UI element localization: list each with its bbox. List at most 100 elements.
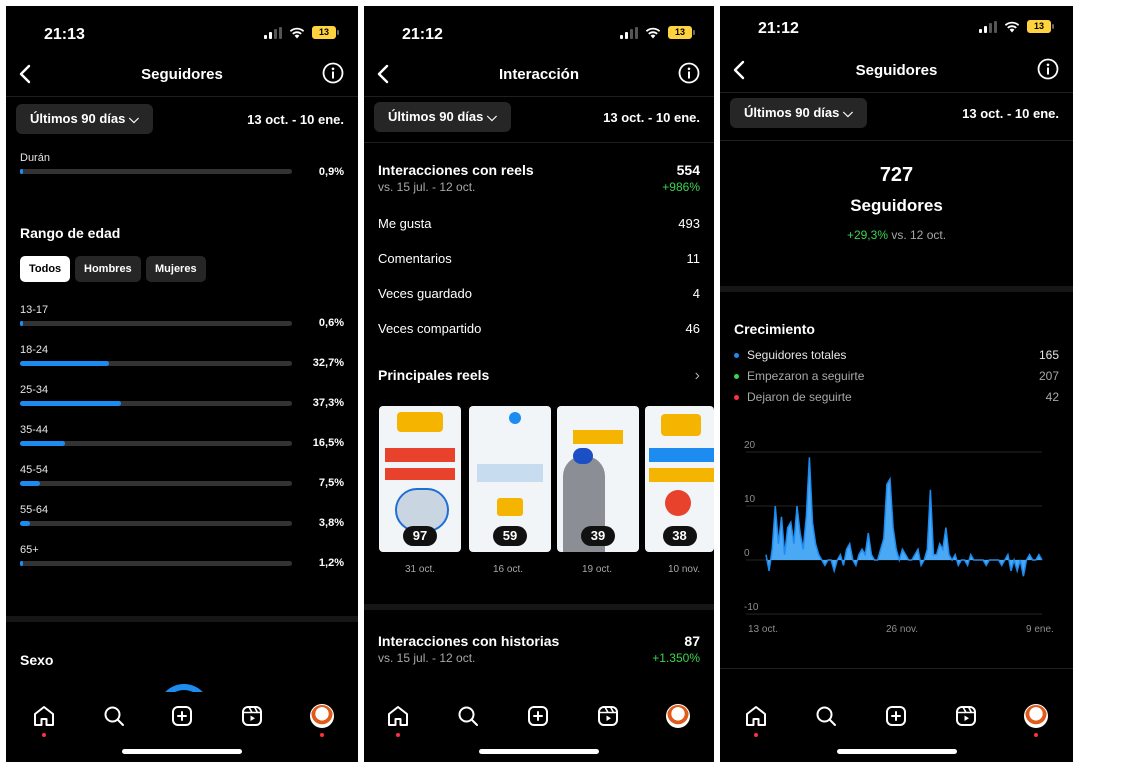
y-tick-label: -10 — [744, 602, 759, 613]
metric-label: Veces compartido — [378, 321, 482, 336]
signal-icon — [264, 26, 282, 39]
add-icon[interactable] — [170, 704, 194, 728]
metric-label: Veces guardado — [378, 286, 472, 301]
reels-interactions-title: Interacciones con reels — [378, 162, 534, 178]
home-icon[interactable] — [32, 704, 56, 728]
home-indicator — [836, 749, 957, 754]
legend-label: Empezaron a seguirte — [747, 369, 865, 383]
home-indicator — [479, 749, 599, 754]
bottom-tab-bar — [364, 692, 714, 762]
chevron-down-icon: ⌵ — [129, 111, 139, 126]
status-bar: 21:12 13 — [720, 6, 1073, 54]
metric-value: 46 — [685, 321, 700, 336]
reels-change: +986% — [662, 180, 700, 194]
age-range-label: 55-64 — [20, 504, 49, 516]
reel-date: 31 oct. — [404, 564, 436, 575]
x-tick-label: 9 ene. — [1026, 624, 1054, 635]
age-range-percent: 7,5% — [318, 477, 344, 489]
status-bar: 21:13 13 — [6, 6, 358, 54]
age-range-label: 18-24 — [20, 344, 49, 356]
age-range-label: 25-34 — [20, 384, 49, 396]
page-title: Interacción — [498, 66, 580, 83]
reel-thumbnail[interactable]: 59 — [469, 406, 551, 552]
home-icon[interactable] — [386, 704, 410, 728]
segment-women[interactable]: Mujeres — [146, 256, 206, 282]
reel-date: 16 oct. — [492, 564, 524, 575]
chevron-down-icon: ⌵ — [487, 109, 497, 124]
screen-followers-growth: 21:12 13 Seguidores Últimos 90 días ⌵ 13… — [720, 6, 1073, 762]
reels-icon[interactable] — [954, 704, 978, 728]
legend-value: 207 — [1038, 369, 1059, 383]
city-percent: 0,9% — [318, 166, 344, 178]
add-icon[interactable] — [884, 704, 908, 728]
age-range-percent: 3,8% — [318, 517, 344, 529]
period-label: Últimos 90 días — [744, 105, 840, 120]
age-range-percent: 37,3% — [312, 397, 344, 409]
period-dropdown[interactable]: Últimos 90 días ⌵ — [374, 102, 511, 132]
top-reels-title: Principales reels — [378, 367, 490, 383]
chevron-down-icon: ⌵ — [843, 105, 853, 120]
reels-icon[interactable] — [240, 704, 264, 728]
age-range-percent: 16,5% — [312, 437, 344, 449]
age-section-title: Rango de edad — [20, 225, 121, 241]
period-dropdown[interactable]: Últimos 90 días ⌵ — [16, 104, 153, 134]
legend-label: Dejaron de seguirte — [747, 390, 852, 404]
legend-label: Seguidores totales — [747, 348, 847, 362]
info-icon[interactable] — [1037, 58, 1059, 80]
bottom-tab-bar — [6, 692, 358, 762]
metric-label: Comentarios — [378, 251, 452, 266]
followers-compare: vs. 12 oct. — [891, 228, 947, 242]
battery-icon: 13 — [1027, 20, 1054, 33]
series-area-total-followers — [766, 457, 1042, 577]
status-time: 21:12 — [402, 26, 443, 43]
reel-thumbnail[interactable]: 39 — [557, 406, 639, 552]
status-bar: 21:12 13 — [364, 6, 714, 54]
status-time: 21:13 — [44, 26, 85, 43]
profile-avatar[interactable] — [1024, 704, 1048, 728]
reel-thumbnail[interactable]: 97 — [379, 406, 461, 552]
search-icon[interactable] — [456, 704, 480, 728]
y-tick-label: 10 — [744, 494, 756, 505]
stories-interactions-total: 87 — [684, 633, 700, 649]
age-range-label: 45-54 — [20, 464, 49, 476]
legend-item: Dejaron de seguirte 42 — [734, 390, 1059, 406]
age-range-percent: 32,7% — [312, 357, 344, 369]
age-range-bar — [20, 521, 292, 526]
reel-date: 19 oct. — [581, 564, 613, 575]
profile-avatar[interactable] — [666, 704, 690, 728]
page-title: Seguidores — [855, 62, 938, 79]
metric-value: 493 — [678, 216, 700, 231]
info-icon[interactable] — [678, 62, 700, 84]
home-icon[interactable] — [744, 704, 768, 728]
stories-interactions-title: Interacciones con historias — [378, 633, 560, 649]
growth-title: Crecimiento — [734, 321, 815, 337]
add-icon[interactable] — [526, 704, 550, 728]
segment-men[interactable]: Hombres — [75, 256, 141, 282]
reels-compare: vs. 15 jul. - 12 oct. — [378, 180, 476, 194]
age-range-bar — [20, 361, 292, 366]
reel-count: 59 — [493, 526, 527, 546]
followers-change: +29,3% — [846, 228, 888, 242]
age-range-percent: 1,2% — [318, 557, 344, 569]
age-range-label: 65+ — [20, 544, 39, 556]
segment-all[interactable]: Todos — [20, 256, 71, 282]
wifi-icon — [1004, 21, 1020, 32]
profile-avatar[interactable] — [310, 704, 334, 728]
date-range: 13 oct. - 10 ene. — [962, 106, 1059, 121]
stories-change: +1.350% — [652, 651, 700, 665]
search-icon[interactable] — [102, 704, 126, 728]
period-dropdown[interactable]: Últimos 90 días ⌵ — [730, 98, 867, 128]
chevron-right-icon: › — [694, 367, 700, 384]
wifi-icon — [645, 27, 661, 38]
reel-count: 39 — [581, 526, 615, 546]
sex-section-title: Sexo — [20, 652, 54, 668]
age-range-bar — [20, 321, 292, 326]
age-range-bar — [20, 401, 292, 406]
home-indicator — [122, 749, 242, 754]
search-icon[interactable] — [814, 704, 838, 728]
reel-thumbnail[interactable]: 38 — [645, 406, 714, 552]
status-time: 21:12 — [758, 20, 799, 37]
info-icon[interactable] — [322, 62, 344, 84]
legend-value: 42 — [1045, 390, 1059, 404]
reels-icon[interactable] — [596, 704, 620, 728]
